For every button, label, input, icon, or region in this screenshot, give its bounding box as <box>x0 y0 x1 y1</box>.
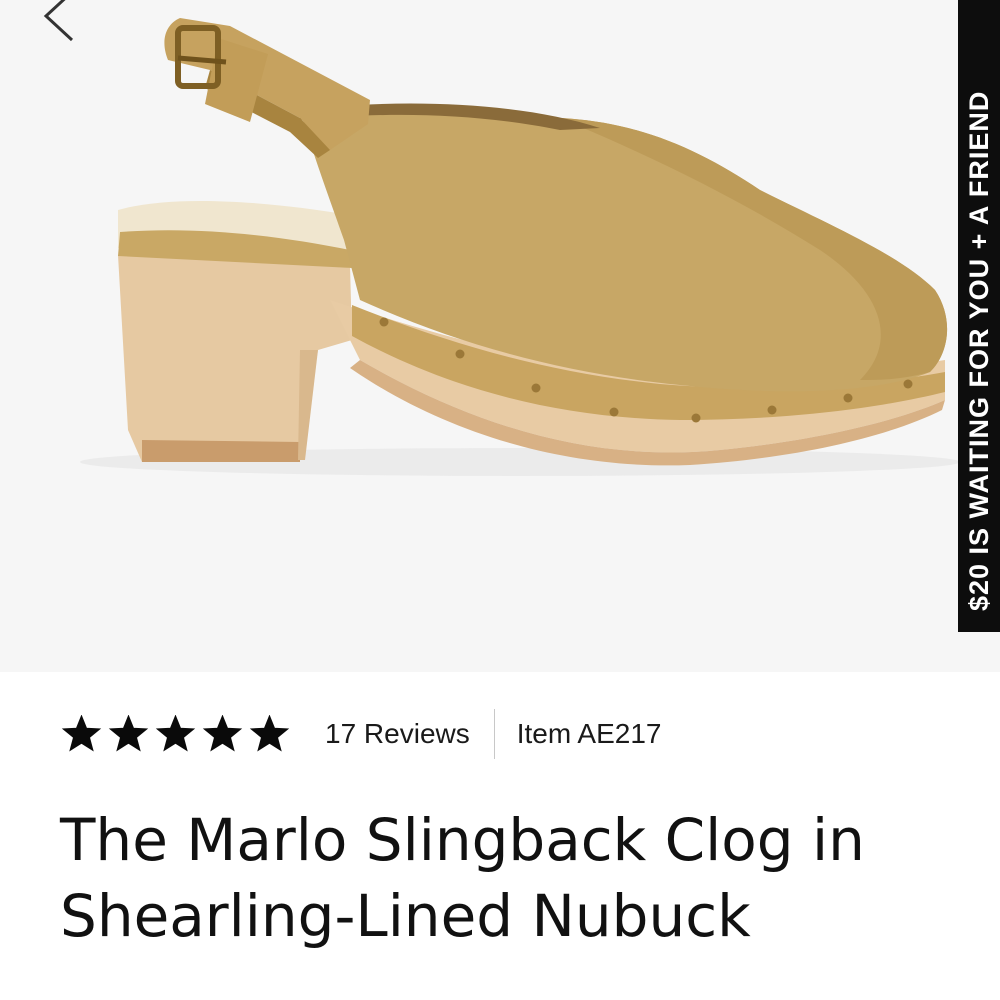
product-meta-row: 17 Reviews Item AE217 <box>60 706 662 762</box>
meta-divider <box>493 709 495 759</box>
promo-banner-text: $20 IS WAITING FOR YOU + A FRIEND <box>964 90 994 611</box>
product-title: The Marlo Slingback Clog in Shearling-Li… <box>60 802 1000 954</box>
star-icon <box>155 715 196 752</box>
product-page: $20 IS WAITING FOR YOU + A FRIEND 17 Rev… <box>0 0 1000 1000</box>
product-hero: $20 IS WAITING FOR YOU + A FRIEND <box>0 0 1000 672</box>
chevron-left-icon <box>43 0 74 42</box>
star-icon <box>61 715 102 752</box>
product-title-line-2: Shearling-Lined Nubuck <box>60 882 751 950</box>
reviews-link[interactable]: 17 Reviews <box>325 718 470 750</box>
product-title-line-1: The Marlo Slingback Clog in <box>60 806 865 874</box>
back-button[interactable] <box>30 0 90 48</box>
referral-promo-banner[interactable]: $20 IS WAITING FOR YOU + A FRIEND <box>958 0 1000 632</box>
product-image <box>80 18 960 476</box>
star-icon <box>249 715 290 752</box>
item-code: Item AE217 <box>516 718 662 749</box>
star-icon <box>108 715 149 752</box>
star-rating[interactable] <box>60 715 291 753</box>
star-icon <box>202 715 243 752</box>
